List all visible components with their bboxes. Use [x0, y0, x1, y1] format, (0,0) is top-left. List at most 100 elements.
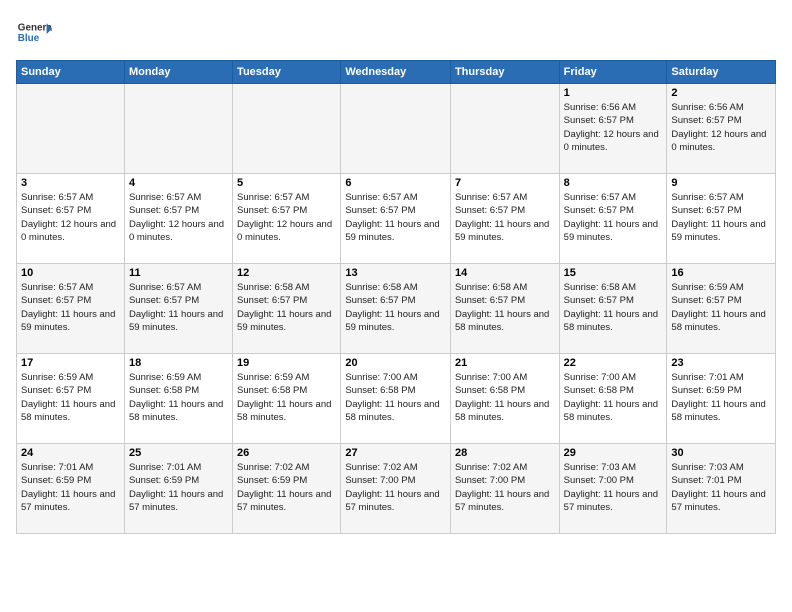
calendar-day-cell: 26 Sunrise: 7:02 AMSunset: 6:59 PMDayligh… [233, 444, 341, 534]
day-number: 11 [129, 267, 228, 279]
day-sun-info: Sunrise: 6:57 AMSunset: 6:57 PMDaylight:… [129, 191, 228, 244]
day-sun-info: Sunrise: 6:57 AMSunset: 6:57 PMDaylight:… [21, 191, 120, 244]
calendar-day-cell [341, 84, 451, 174]
day-sun-info: Sunrise: 7:00 AMSunset: 6:58 PMDaylight:… [455, 371, 555, 424]
day-sun-info: Sunrise: 6:57 AMSunset: 6:57 PMDaylight:… [237, 191, 336, 244]
svg-text:Blue: Blue [18, 33, 40, 44]
day-of-week-header: Monday [124, 61, 232, 84]
day-sun-info: Sunrise: 6:57 AMSunset: 6:57 PMDaylight:… [564, 191, 663, 244]
day-number: 4 [129, 177, 228, 189]
calendar-day-cell [450, 84, 559, 174]
calendar-day-cell: 5 Sunrise: 6:57 AMSunset: 6:57 PMDaylight… [233, 174, 341, 264]
calendar-day-cell: 10 Sunrise: 6:57 AMSunset: 6:57 PMDayligh… [17, 264, 125, 354]
day-sun-info: Sunrise: 6:58 AMSunset: 6:57 PMDaylight:… [345, 281, 446, 334]
day-sun-info: Sunrise: 7:01 AMSunset: 6:59 PMDaylight:… [671, 371, 771, 424]
calendar-day-cell: 2 Sunrise: 6:56 AMSunset: 6:57 PMDaylight… [667, 84, 776, 174]
day-number: 29 [564, 447, 663, 459]
day-of-week-header: Wednesday [341, 61, 451, 84]
day-sun-info: Sunrise: 7:03 AMSunset: 7:00 PMDaylight:… [564, 461, 663, 514]
calendar-day-cell: 11 Sunrise: 6:57 AMSunset: 6:57 PMDayligh… [124, 264, 232, 354]
day-number: 21 [455, 357, 555, 369]
day-number: 13 [345, 267, 446, 279]
day-sun-info: Sunrise: 6:57 AMSunset: 6:57 PMDaylight:… [671, 191, 771, 244]
calendar-day-cell: 17 Sunrise: 6:59 AMSunset: 6:57 PMDayligh… [17, 354, 125, 444]
day-sun-info: Sunrise: 6:59 AMSunset: 6:58 PMDaylight:… [237, 371, 336, 424]
calendar-week-row: 24 Sunrise: 7:01 AMSunset: 6:59 PMDayligh… [17, 444, 776, 534]
calendar-day-cell: 15 Sunrise: 6:58 AMSunset: 6:57 PMDayligh… [559, 264, 667, 354]
calendar-day-cell [17, 84, 125, 174]
day-number: 6 [345, 177, 446, 189]
calendar-day-cell: 8 Sunrise: 6:57 AMSunset: 6:57 PMDaylight… [559, 174, 667, 264]
day-sun-info: Sunrise: 6:57 AMSunset: 6:57 PMDaylight:… [455, 191, 555, 244]
logo: General Blue [16, 16, 52, 52]
calendar-day-cell: 29 Sunrise: 7:03 AMSunset: 7:00 PMDayligh… [559, 444, 667, 534]
calendar-day-cell [233, 84, 341, 174]
day-sun-info: Sunrise: 6:57 AMSunset: 6:57 PMDaylight:… [129, 281, 228, 334]
day-number: 14 [455, 267, 555, 279]
day-sun-info: Sunrise: 6:58 AMSunset: 6:57 PMDaylight:… [564, 281, 663, 334]
calendar-day-cell: 30 Sunrise: 7:03 AMSunset: 7:01 PMDayligh… [667, 444, 776, 534]
day-sun-info: Sunrise: 6:57 AMSunset: 6:57 PMDaylight:… [21, 281, 120, 334]
day-sun-info: Sunrise: 6:59 AMSunset: 6:58 PMDaylight:… [129, 371, 228, 424]
day-number: 24 [21, 447, 120, 459]
day-number: 17 [21, 357, 120, 369]
day-sun-info: Sunrise: 6:58 AMSunset: 6:57 PMDaylight:… [455, 281, 555, 334]
day-number: 16 [671, 267, 771, 279]
calendar-day-cell: 16Sunrise: 6:59 AMSunset: 6:57 PMDayligh… [667, 264, 776, 354]
day-sun-info: Sunrise: 6:57 AMSunset: 6:57 PMDaylight:… [345, 191, 446, 244]
page-header: General Blue [16, 16, 776, 52]
calendar-day-cell: 23 Sunrise: 7:01 AMSunset: 6:59 PMDayligh… [667, 354, 776, 444]
calendar-day-cell: 20Sunrise: 7:00 AMSunset: 6:58 PMDayligh… [341, 354, 451, 444]
day-number: 19 [237, 357, 336, 369]
calendar-day-cell: 21 Sunrise: 7:00 AMSunset: 6:58 PMDayligh… [450, 354, 559, 444]
day-number: 30 [671, 447, 771, 459]
calendar-day-cell: 6 Sunrise: 6:57 AMSunset: 6:57 PMDaylight… [341, 174, 451, 264]
day-sun-info: Sunrise: 7:00 AMSunset: 6:58 PMDaylight:… [345, 371, 446, 424]
day-sun-info: Sunrise: 7:01 AMSunset: 6:59 PMDaylight:… [129, 461, 228, 514]
calendar-day-cell: 7 Sunrise: 6:57 AMSunset: 6:57 PMDaylight… [450, 174, 559, 264]
calendar-day-cell: 12Sunrise: 6:58 AMSunset: 6:57 PMDayligh… [233, 264, 341, 354]
generalblue-icon: General Blue [16, 16, 52, 52]
day-number: 25 [129, 447, 228, 459]
day-number: 7 [455, 177, 555, 189]
calendar-day-cell: 14 Sunrise: 6:58 AMSunset: 6:57 PMDayligh… [450, 264, 559, 354]
day-sun-info: Sunrise: 6:56 AMSunset: 6:57 PMDaylight:… [671, 101, 771, 154]
calendar-day-cell: 19 Sunrise: 6:59 AMSunset: 6:58 PMDayligh… [233, 354, 341, 444]
day-number: 2 [671, 87, 771, 99]
calendar-day-cell: 24 Sunrise: 7:01 AMSunset: 6:59 PMDayligh… [17, 444, 125, 534]
day-of-week-header: Thursday [450, 61, 559, 84]
day-number: 15 [564, 267, 663, 279]
day-sun-info: Sunrise: 7:01 AMSunset: 6:59 PMDaylight:… [21, 461, 120, 514]
day-number: 5 [237, 177, 336, 189]
calendar-day-cell: 22 Sunrise: 7:00 AMSunset: 6:58 PMDayligh… [559, 354, 667, 444]
calendar-day-cell: 18Sunrise: 6:59 AMSunset: 6:58 PMDayligh… [124, 354, 232, 444]
day-number: 22 [564, 357, 663, 369]
day-sun-info: Sunrise: 6:56 AMSunset: 6:57 PMDaylight:… [564, 101, 663, 154]
day-number: 10 [21, 267, 120, 279]
calendar-day-cell: 25 Sunrise: 7:01 AMSunset: 6:59 PMDayligh… [124, 444, 232, 534]
calendar-table: SundayMondayTuesdayWednesdayThursdayFrid… [16, 60, 776, 534]
calendar-day-cell [124, 84, 232, 174]
calendar-week-row: 17 Sunrise: 6:59 AMSunset: 6:57 PMDayligh… [17, 354, 776, 444]
calendar-day-cell: 28Sunrise: 7:02 AMSunset: 7:00 PMDayligh… [450, 444, 559, 534]
day-sun-info: Sunrise: 7:03 AMSunset: 7:01 PMDaylight:… [671, 461, 771, 514]
day-sun-info: Sunrise: 7:02 AMSunset: 6:59 PMDaylight:… [237, 461, 336, 514]
day-sun-info: Sunrise: 7:00 AMSunset: 6:58 PMDaylight:… [564, 371, 663, 424]
day-number: 8 [564, 177, 663, 189]
day-sun-info: Sunrise: 6:59 AMSunset: 6:57 PMDaylight:… [21, 371, 120, 424]
day-number: 26 [237, 447, 336, 459]
day-number: 9 [671, 177, 771, 189]
calendar-day-cell: 3 Sunrise: 6:57 AMSunset: 6:57 PMDaylight… [17, 174, 125, 264]
calendar-week-row: 3 Sunrise: 6:57 AMSunset: 6:57 PMDaylight… [17, 174, 776, 264]
day-number: 27 [345, 447, 446, 459]
day-of-week-header: Friday [559, 61, 667, 84]
day-of-week-header: Saturday [667, 61, 776, 84]
day-number: 12 [237, 267, 336, 279]
calendar-day-cell: 1 Sunrise: 6:56 AMSunset: 6:57 PMDaylight… [559, 84, 667, 174]
day-number: 3 [21, 177, 120, 189]
day-of-week-header: Tuesday [233, 61, 341, 84]
day-number: 23 [671, 357, 771, 369]
day-number: 1 [564, 87, 663, 99]
calendar-day-cell: 9 Sunrise: 6:57 AMSunset: 6:57 PMDaylight… [667, 174, 776, 264]
day-sun-info: Sunrise: 7:02 AMSunset: 7:00 PMDaylight:… [455, 461, 555, 514]
